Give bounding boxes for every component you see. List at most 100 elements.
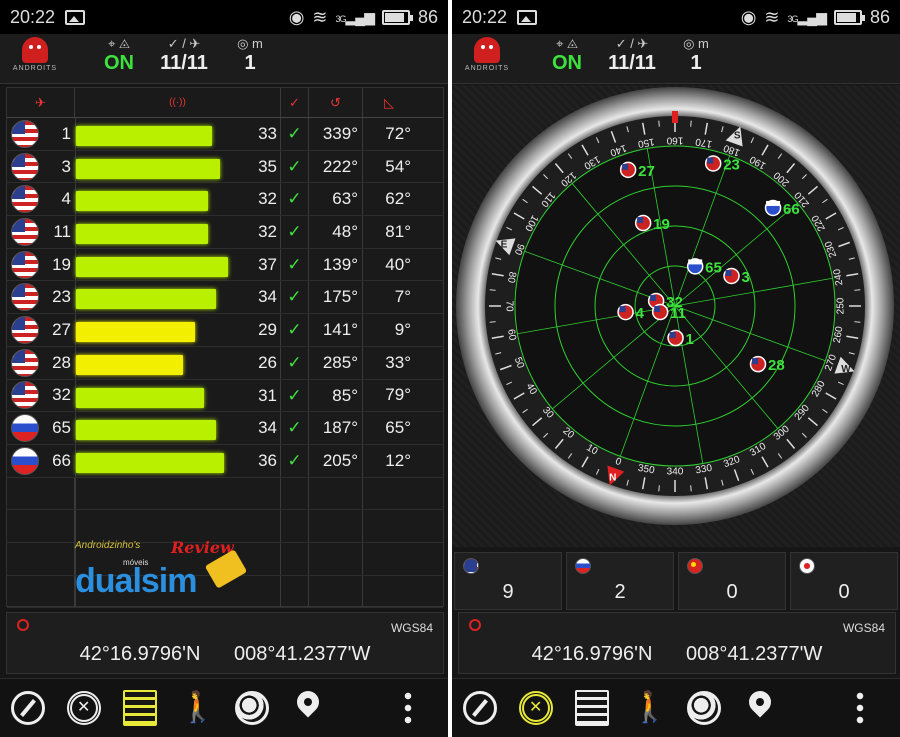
radar-satellite[interactable]: 11 [651,303,686,322]
world-icon [687,691,721,725]
row-flag-cell [7,446,43,475]
row-snr: 33 [258,124,277,143]
longitude: 008°41.2377'W [686,643,823,665]
row-azimuth: 285° [309,346,363,379]
nav-map[interactable] [280,680,336,736]
table-row[interactable]: 27 29 ✓ 141° 9° [7,314,443,347]
flag-canton [622,163,629,170]
row-snr-cell: 31 [75,379,281,412]
accuracy-icon: ◎ m [237,36,263,51]
row-used-check: ✓ [281,379,309,412]
table-row[interactable]: 3 35 ✓ 222° 54° [7,150,443,184]
row-used-check: ✓ [281,444,309,477]
radar-satellite[interactable]: 19 [634,214,670,234]
nav-walk[interactable]: 🚶 [168,680,224,736]
sats-value: 11/11 [608,52,656,74]
nav-compass[interactable] [0,680,56,736]
sats-value: 11/11 [160,52,208,74]
app-logo[interactable]: ANDROITS [10,37,60,72]
right-screen: 20:22 ◉ ≋ 3G▂▄▆ 86 ANDROITS ⌖ ◬ ON ✓ / ✈… [452,0,900,737]
row-snr: 32 [258,222,277,242]
fix-value: ON [104,52,134,74]
flag-canton [637,217,644,224]
nav-radar[interactable] [508,680,564,736]
row-prn: 3 [61,156,71,176]
flag-icon [11,283,39,312]
flag-canton [650,294,657,301]
logo-text: ANDROITS [12,65,58,72]
flag-canton [707,157,714,164]
table-row[interactable]: 11 32 ✓ 48° 81° [7,216,443,249]
nav-radar[interactable] [56,680,112,736]
radar-sat-label: 65 [705,259,722,276]
degree-label: 340 [667,467,684,478]
snr-bar [76,158,221,179]
cardinal-letter: E [501,239,508,250]
row-snr-cell: 33 [75,118,281,150]
table-row[interactable]: 28 26 ✓ 285° 33° [7,346,443,380]
row-flag-cell [7,185,43,214]
lat-lon: 42°16.9796'N 008°41.2377'W [459,643,895,666]
nav-signal[interactable] [564,680,620,736]
row-elevation: 72° [385,123,411,143]
tick-mark [690,120,692,127]
radar-satellite[interactable]: 23 [704,155,740,174]
row-azimuth: 141° [309,314,363,346]
col-used-icon[interactable]: ✓ [281,88,309,117]
row-snr-cell: 36 [75,444,281,477]
row-snr: 37 [258,254,277,274]
status-bar: 20:22 ◉ ≋ 3G▂▄▆ 86 [0,0,448,34]
row-elevation: 40° [385,254,411,274]
table-row[interactable]: 65 34 ✓ 187° 65° [7,412,443,445]
radar-sat-label: 11 [670,305,686,322]
latitude: 42°16.9796'N [79,643,201,665]
table-row[interactable]: 19 37 ✓ 139° 40° [7,248,443,282]
nav-more[interactable] [832,680,888,736]
radar-satellite[interactable]: 27 [619,161,655,180]
snr-bar [76,322,196,343]
bottom-nav: 🚶 [0,678,448,737]
nfc-icon: ◉ [288,6,305,27]
table-row[interactable]: 4 32 ✓ 63° 62° [7,183,443,217]
radar-satellite[interactable]: 28 [749,355,785,375]
accuracy-icon: ◎ m [683,36,709,51]
radar-satellite[interactable]: 66 [764,199,800,218]
world-icon [235,691,269,725]
col-satellite-icon[interactable]: ✈ [7,88,75,117]
table-row[interactable]: 1 33 ✓ 339° 72° [7,118,443,151]
table-row[interactable]: 66 36 ✓ 205° 12° [7,444,443,478]
row-used-check: ✓ [281,248,309,281]
table-row[interactable]: 23 34 ✓ 175° 7° [7,281,443,315]
app-logo[interactable]: ANDROITS [462,37,512,72]
nav-world[interactable] [224,680,280,736]
nav-walk[interactable]: 🚶 [620,680,676,736]
battery-icon [833,9,865,25]
battery-level: 86 [869,6,890,27]
col-snr-icon[interactable]: ((·)) [75,88,281,117]
nav-map[interactable] [732,680,788,736]
nav-world[interactable] [676,680,732,736]
radar-icon [519,691,553,725]
sats-status: ✓ / ✈ 11/11 [152,36,216,75]
radar-sat-label: 3 [742,269,750,286]
nav-compass[interactable] [452,680,508,736]
row-azimuth: 339° [309,118,363,150]
row-flag-cell [7,414,43,443]
row-elevation: 62° [385,189,411,209]
coordinates-panel: WGS84 42°16.9796'N 008°41.2377'W [6,612,444,674]
accuracy-status: ◎ m 1 [228,36,272,75]
row-snr: 31 [258,385,277,405]
flag-icon [11,217,39,246]
longitude: 008°41.2377'W [234,643,371,665]
radar-satellite[interactable]: 65 [686,258,722,277]
row-prn: 23 [52,287,71,307]
nav-signal[interactable] [112,680,168,736]
row-flag-cell [7,348,43,377]
table-row[interactable]: 32 31 ✓ 85° 79° [7,379,443,413]
row-snr: 34 [258,418,277,438]
walk-icon: 🚶 [631,691,669,724]
col-elevation-icon[interactable]: ◺ [363,88,415,117]
col-azimuth-icon[interactable]: ↺ [309,88,363,117]
nav-more[interactable] [380,680,436,736]
datum-label: WGS84 [390,621,433,635]
